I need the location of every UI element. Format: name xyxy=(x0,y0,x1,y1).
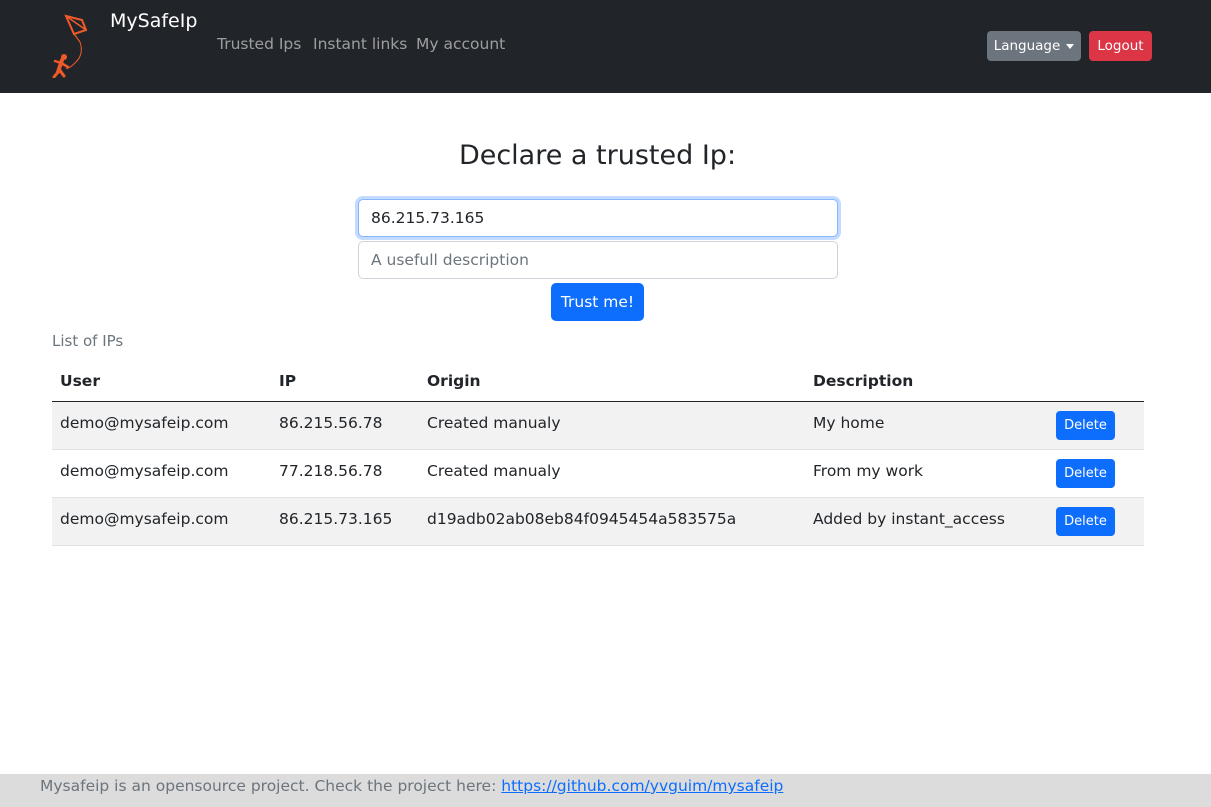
cell-ip: 86.215.56.78 xyxy=(271,401,419,450)
cell-user: demo@mysafeip.com xyxy=(52,449,271,498)
cell-origin: Created manualy xyxy=(419,401,805,450)
ip-table: User IP Origin Description demo@mysafeip… xyxy=(52,361,1144,546)
column-header-actions xyxy=(1048,361,1144,402)
cell-action: Delete xyxy=(1048,401,1144,450)
footer-text: Mysafeip is an opensource project. Check… xyxy=(40,777,502,795)
trust-me-button[interactable]: Trust me! xyxy=(551,283,644,321)
nav-link-instant-links[interactable]: Instant links xyxy=(313,35,407,53)
cell-origin: Created manualy xyxy=(419,449,805,498)
language-label: Language xyxy=(993,38,1061,54)
table-row: demo@mysafeip.com 86.215.73.165 d19adb02… xyxy=(52,497,1144,546)
list-caption: List of IPs xyxy=(52,332,124,350)
cell-description: Added by instant_access xyxy=(805,497,1048,546)
cell-ip: 86.215.73.165 xyxy=(271,497,419,546)
ip-input[interactable] xyxy=(358,199,838,237)
column-header-user: User xyxy=(52,361,271,402)
logout-button[interactable]: Logout xyxy=(1089,31,1152,61)
cell-user: demo@mysafeip.com xyxy=(52,497,271,546)
nav-link-trusted-ips[interactable]: Trusted Ips xyxy=(217,35,301,53)
table-header-row: User IP Origin Description xyxy=(52,361,1144,402)
table-row: demo@mysafeip.com 77.218.56.78 Created m… xyxy=(52,449,1144,498)
page-title: Declare a trusted Ip: xyxy=(458,140,737,171)
table-row: demo@mysafeip.com 86.215.56.78 Created m… xyxy=(52,401,1144,450)
caret-down-icon xyxy=(1066,44,1075,49)
navbar: MySafeIp Trusted Ips Instant links My ac… xyxy=(0,0,1211,93)
column-header-ip: IP xyxy=(271,361,419,402)
column-header-description: Description xyxy=(805,361,1048,402)
brand-name[interactable]: MySafeIp xyxy=(110,10,197,32)
delete-button[interactable]: Delete xyxy=(1056,410,1115,440)
cell-description: From my work xyxy=(805,449,1048,498)
language-dropdown-button[interactable]: Language xyxy=(987,31,1081,61)
delete-button[interactable]: Delete xyxy=(1056,458,1115,488)
column-header-origin: Origin xyxy=(419,361,805,402)
cell-user: demo@mysafeip.com xyxy=(52,401,271,450)
footer: Mysafeip is an opensource project. Check… xyxy=(0,774,1211,807)
nav-link-my-account[interactable]: My account xyxy=(416,35,505,53)
delete-button[interactable]: Delete xyxy=(1056,506,1115,536)
description-input[interactable] xyxy=(358,241,838,279)
cell-origin: d19adb02ab08eb84f0945454a583575a xyxy=(419,497,805,546)
github-link[interactable]: https://github.com/yvguim/mysafeip xyxy=(501,777,783,795)
cell-description: My home xyxy=(805,401,1048,450)
cell-action: Delete xyxy=(1048,497,1144,546)
kite-logo-icon[interactable] xyxy=(52,12,96,78)
cell-action: Delete xyxy=(1048,449,1144,498)
cell-ip: 77.218.56.78 xyxy=(271,449,419,498)
